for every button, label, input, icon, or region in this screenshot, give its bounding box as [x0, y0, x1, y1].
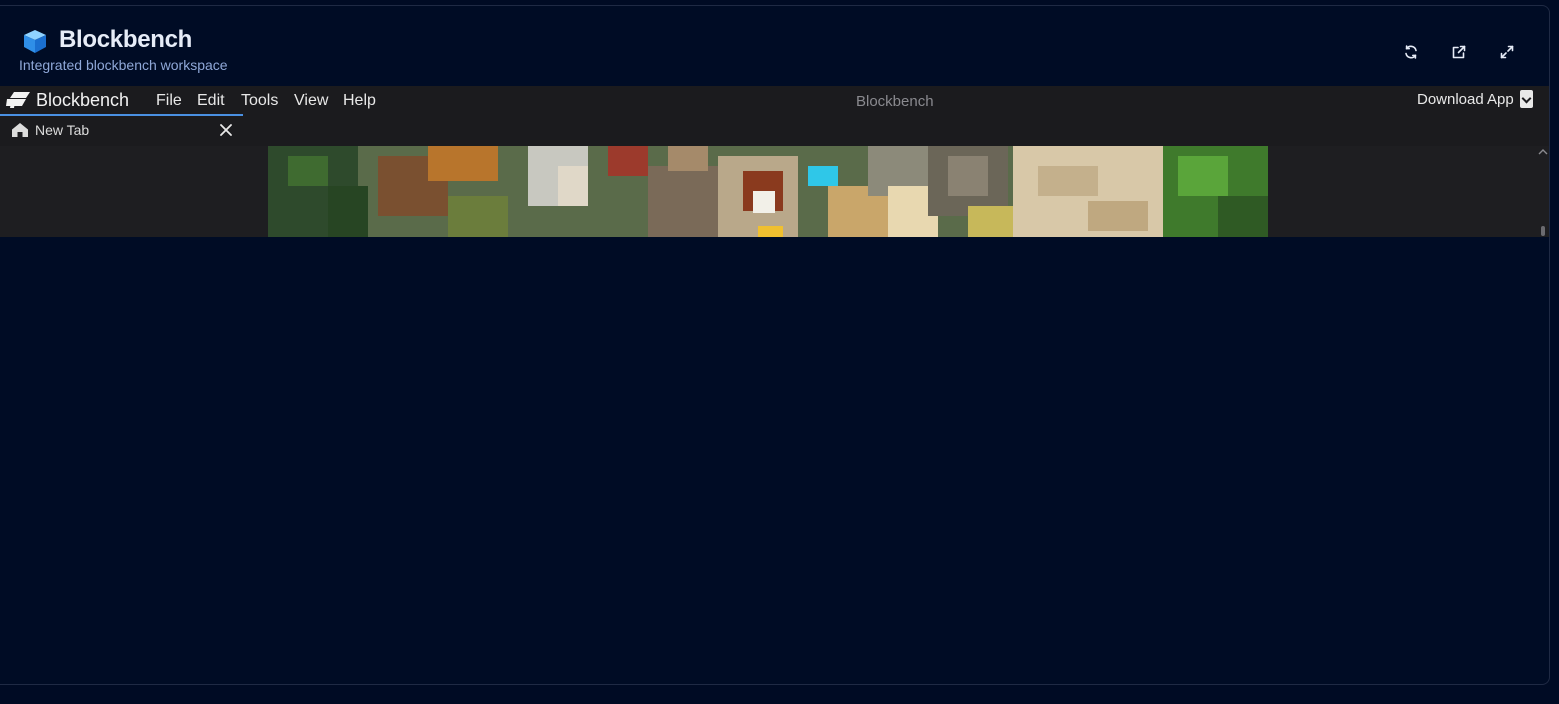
app-brand: Blockbench [36, 90, 130, 110]
home-icon [12, 123, 28, 137]
start-screen [0, 146, 1549, 237]
page-subtitle: Integrated blockbench workspace [19, 57, 228, 73]
menu-tools[interactable]: Tools [241, 92, 278, 110]
workspace-panel: Blockbench Integrated blockbench workspa… [0, 5, 1550, 685]
tab-label: New Tab [35, 122, 90, 138]
tab-bar: New Tab [0, 116, 1549, 146]
tab-new-tab[interactable]: New Tab [0, 116, 243, 146]
external-link-icon [1452, 45, 1466, 59]
scrollbar-thumb[interactable] [1541, 226, 1545, 236]
fullscreen-button[interactable] [1496, 41, 1518, 63]
open-external-button[interactable] [1448, 41, 1470, 63]
download-app-button[interactable]: Download App [1417, 90, 1533, 108]
menu-file[interactable]: File [156, 92, 182, 110]
cube-icon [24, 30, 46, 53]
page-title: Blockbench [59, 26, 193, 53]
splash-banner-image [268, 146, 1268, 237]
menu-bar: Blockbench File Edit Tools View Help Blo… [0, 86, 1549, 116]
blockbench-embed: Blockbench File Edit Tools View Help Blo… [0, 86, 1549, 237]
menu-help[interactable]: Help [343, 92, 376, 110]
refresh-button[interactable] [1400, 41, 1422, 63]
expand-icon [1500, 45, 1514, 59]
workspace-header: Blockbench Integrated blockbench workspa… [0, 6, 1549, 86]
menu-view[interactable]: View [294, 92, 328, 110]
vertical-scrollbar[interactable] [1537, 146, 1549, 237]
chevron-up-icon[interactable] [1538, 148, 1548, 156]
download-app-label: Download App [1417, 90, 1514, 108]
close-icon[interactable] [218, 122, 234, 138]
blockbench-logo-icon [6, 92, 30, 108]
refresh-icon [1405, 45, 1417, 59]
menu-edit[interactable]: Edit [197, 92, 225, 110]
download-icon [1519, 90, 1533, 108]
app-window-title: Blockbench [856, 93, 934, 110]
